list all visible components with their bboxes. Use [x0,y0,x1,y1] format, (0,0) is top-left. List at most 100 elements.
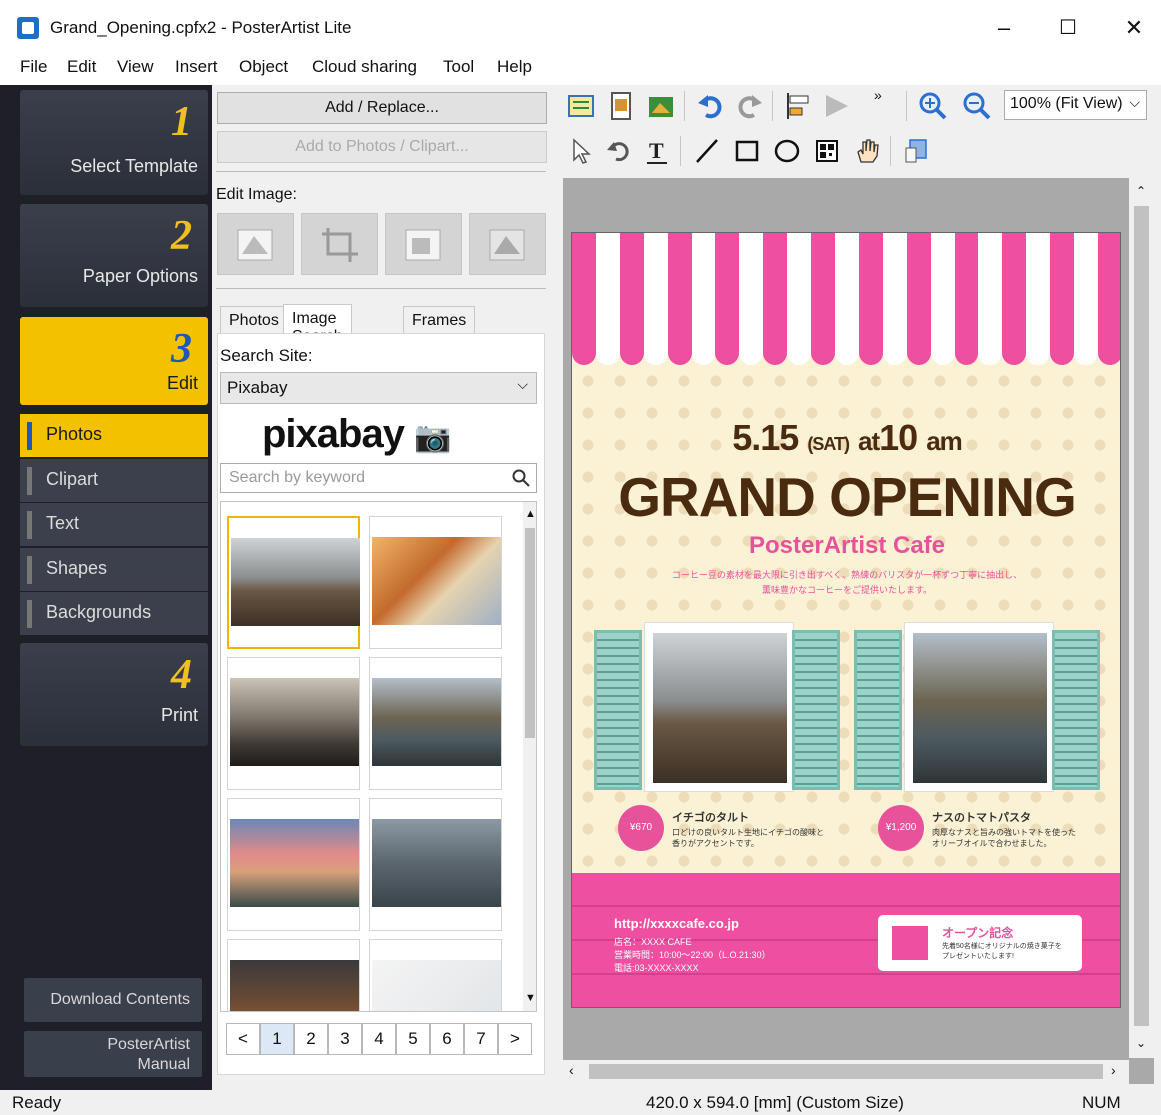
subitem-text[interactable]: Text [20,503,208,546]
step-edit[interactable]: 3 Edit [20,317,208,405]
page-3[interactable]: 3 [328,1023,362,1055]
select-pointer-icon[interactable] [566,136,596,166]
tab-image-search[interactable]: Image Search [283,304,352,345]
canvas-vertical-scrollbar[interactable]: ⌃ ⌄ [1129,178,1154,1058]
page-prev-button[interactable]: < [226,1023,260,1055]
subitem-shapes[interactable]: Shapes [20,548,208,591]
manual-button[interactable]: PosterArtist Manual [24,1031,202,1077]
image-effect-icon[interactable] [646,91,676,121]
menu-help[interactable]: Help [497,57,532,77]
chevron-left-icon[interactable]: ‹ [569,1062,574,1078]
rectangle-tool-icon[interactable] [732,136,762,166]
page-7[interactable]: 7 [464,1023,498,1055]
scroll-thumb[interactable] [1134,206,1149,1026]
page-4[interactable]: 4 [362,1023,396,1055]
menu-insert[interactable]: Insert [175,57,218,77]
scroll-up-icon[interactable]: ▲ [525,508,536,520]
zoom-out-icon[interactable] [962,91,992,121]
text-tool-icon[interactable]: T [642,136,672,166]
image-result[interactable] [227,798,360,931]
image-result[interactable] [369,798,502,931]
menu-item-2-name[interactable]: ナスのトマトパスタ [932,809,1031,825]
add-to-photos-button[interactable]: Add to Photos / Clipart... [217,131,547,163]
page-next-button[interactable]: > [498,1023,532,1055]
poster-url[interactable]: http://xxxxcafe.co.jp [614,916,739,931]
page-5[interactable]: 5 [396,1023,430,1055]
subitem-backgrounds[interactable]: Backgrounds [20,592,208,635]
minimize-button[interactable]: – [982,10,1026,46]
menu-item-2-desc[interactable]: 肉厚なナスと旨みの強いトマトを使った オリーブオイルで合わせました。 [932,827,1076,849]
menu-cloud-sharing[interactable]: Cloud sharing [312,57,417,77]
search-site-dropdown[interactable]: Pixabay ⌵ [220,372,537,404]
line-tool-icon[interactable] [692,136,722,166]
poster-headline[interactable]: GRAND OPENING [572,465,1120,529]
step-number: 2 [171,213,192,259]
maximize-button[interactable]: ☐ [1046,10,1090,46]
poster-cafe-name[interactable]: PosterArtist Cafe [572,532,1120,560]
subitem-clipart[interactable]: Clipart [20,459,208,502]
redo-icon[interactable] [734,91,764,121]
qr-code-icon[interactable] [812,136,842,166]
rotate-icon[interactable] [604,136,634,166]
align-left-icon[interactable] [784,91,814,121]
menu-view[interactable]: View [117,57,154,77]
image-result[interactable] [369,657,502,790]
price-badge-1[interactable]: ¥670 [618,805,664,851]
step-print[interactable]: 4 Print [20,643,208,746]
zoom-dropdown[interactable]: 100% (Fit View) ⌵ [1004,90,1147,120]
page-2[interactable]: 2 [294,1023,328,1055]
download-contents-button[interactable]: Download Contents [24,978,202,1022]
window-photo-2[interactable] [854,622,1100,797]
image-result[interactable] [227,657,360,790]
add-replace-button[interactable]: Add / Replace... [217,92,547,124]
image-result[interactable] [227,939,360,1011]
scroll-thumb[interactable] [589,1064,1103,1079]
document-icon[interactable] [606,91,636,121]
search-input[interactable]: Search by keyword [220,463,537,493]
image-result[interactable] [227,516,360,649]
hand-pan-icon[interactable] [852,136,882,166]
tab-frames[interactable]: Frames [403,306,476,334]
menu-edit[interactable]: Edit [67,57,96,77]
layout-edit-icon[interactable] [566,91,596,121]
close-button[interactable]: ✕ [1112,10,1156,46]
crop-tool[interactable] [301,213,378,275]
scroll-thumb[interactable] [525,528,535,738]
poster-shop-info[interactable]: 店名：XXXX CAFE 営業時間：10:00～22:00（L.O.21:30）… [614,936,771,975]
page-6[interactable]: 6 [430,1023,464,1055]
poster-tagline[interactable]: コーヒー豆の素材を最大限に引き出すべく、熟練のバリスタが一杯ずつ丁寧に抽出し、 … [632,568,1062,598]
step-select-template[interactable]: 1 Select Template [20,90,208,195]
image-result[interactable] [369,939,502,1011]
price-badge-2[interactable]: ¥1,200 [878,805,924,851]
image-result[interactable] [369,516,502,649]
ellipse-tool-icon[interactable] [772,136,802,166]
frame-tool[interactable] [385,213,462,275]
canvas-horizontal-scrollbar[interactable]: ‹ › [563,1060,1129,1084]
menu-object[interactable]: Object [239,57,288,77]
scroll-down-icon[interactable]: ▼ [525,992,536,1004]
undo-icon[interactable] [696,91,726,121]
menu-tool[interactable]: Tool [443,57,474,77]
search-icon[interactable] [512,469,530,487]
filter-tool[interactable] [469,213,546,275]
poster[interactable]: 5.15 (SAT) at10 am GRAND OPENING PosterA… [571,232,1121,1008]
menu-file[interactable]: File [20,57,47,77]
results-scrollbar[interactable]: ▲ ▼ [523,502,536,1011]
zoom-in-icon[interactable] [918,91,948,121]
chevron-right-icon[interactable]: › [1111,1062,1116,1078]
chevron-down-icon[interactable]: ⌄ [1136,1036,1146,1050]
step-paper-options[interactable]: 2 Paper Options [20,204,208,307]
object-properties-icon[interactable] [902,136,932,166]
menu-item-1-name[interactable]: イチゴのタルト [672,809,749,825]
distribute-icon[interactable] [822,91,852,121]
menu-item-1-desc[interactable]: 口どけの良いタルト生地にイチゴの酸味と 香りがアクセントです。 [672,827,824,849]
chevron-up-icon[interactable]: ⌃ [1136,184,1146,198]
subitem-photos[interactable]: Photos [20,414,208,457]
opening-gift-card[interactable]: オープン記念 先着50名様にオリジナルの焼き菓子を プレゼントいたします! [878,915,1082,971]
page-1[interactable]: 1 [260,1023,294,1055]
window-photo-1[interactable] [594,622,840,797]
auto-correct-tool[interactable] [217,213,294,275]
poster-date[interactable]: 5.15 (SAT) at10 am [572,417,1120,459]
tab-photos[interactable]: Photos [220,306,288,334]
toolbar-overflow-button[interactable]: » [874,87,882,103]
